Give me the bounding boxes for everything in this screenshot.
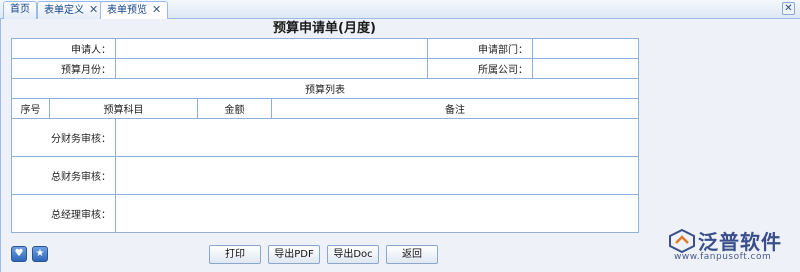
close-icon[interactable]: ✕ bbox=[89, 2, 98, 18]
budget-form-table: 申请人： 申请部门： 预算月份： 所属公司： 预算列表 序号 预算科目 金额 备… bbox=[11, 38, 639, 233]
department-field[interactable] bbox=[532, 38, 639, 59]
tab-label: 首页 bbox=[10, 4, 30, 15]
print-button[interactable]: 打印 bbox=[209, 245, 261, 264]
form-title: 预算申请单(月度) bbox=[273, 21, 376, 36]
tab-label: 表单预览 bbox=[107, 5, 147, 16]
star-icon[interactable]: ★ bbox=[32, 246, 48, 262]
logo-name: 泛普软件 bbox=[698, 230, 782, 254]
general-manager-review-label: 总经理审核： bbox=[11, 194, 116, 233]
budget-list-title: 预算列表 bbox=[11, 78, 639, 99]
column-header: 预算科目 bbox=[49, 98, 198, 119]
tab-home[interactable]: 首页 bbox=[3, 1, 37, 19]
tab-form-preview[interactable]: 表单预览 ✕ bbox=[100, 1, 169, 20]
branch-finance-review-field[interactable] bbox=[115, 118, 639, 157]
chief-finance-review-field[interactable] bbox=[115, 156, 639, 195]
company-label: 所属公司： bbox=[427, 58, 533, 79]
department-label: 申请部门： bbox=[427, 38, 533, 59]
export-pdf-button[interactable]: 导出PDF bbox=[268, 245, 320, 264]
budget-month-label: 预算月份： bbox=[11, 58, 116, 79]
close-icon[interactable]: ✕ bbox=[152, 2, 161, 18]
export-doc-button[interactable]: 导出Doc bbox=[327, 245, 379, 264]
branch-finance-review-label: 分财务审核： bbox=[11, 118, 116, 157]
company-field[interactable] bbox=[532, 58, 639, 79]
logo-mark-icon bbox=[669, 228, 695, 254]
heart-icon[interactable]: ♥ bbox=[11, 246, 27, 262]
budget-month-field[interactable] bbox=[115, 58, 428, 79]
applicant-field[interactable] bbox=[115, 38, 428, 59]
column-header: 金额 bbox=[197, 98, 272, 119]
column-header: 备注 bbox=[271, 98, 639, 119]
applicant-label: 申请人： bbox=[11, 38, 116, 59]
window-close-icon[interactable]: ✕ bbox=[782, 2, 795, 15]
chief-finance-review-label: 总财务审核： bbox=[11, 156, 116, 195]
general-manager-review-field[interactable] bbox=[115, 194, 639, 233]
back-button[interactable]: 返回 bbox=[386, 245, 438, 264]
column-header: 序号 bbox=[11, 98, 50, 119]
logo-url: www.fanpusoft.com bbox=[674, 252, 772, 262]
fanpu-logo: 泛普软件 www.fanpusoft.com bbox=[668, 226, 792, 266]
tab-bar: 首页 表单定义 ✕ 表单预览 ✕ ✕ bbox=[0, 0, 800, 20]
tab-label: 表单定义 bbox=[44, 5, 84, 16]
tab-form-definition[interactable]: 表单定义 ✕ bbox=[37, 1, 106, 19]
